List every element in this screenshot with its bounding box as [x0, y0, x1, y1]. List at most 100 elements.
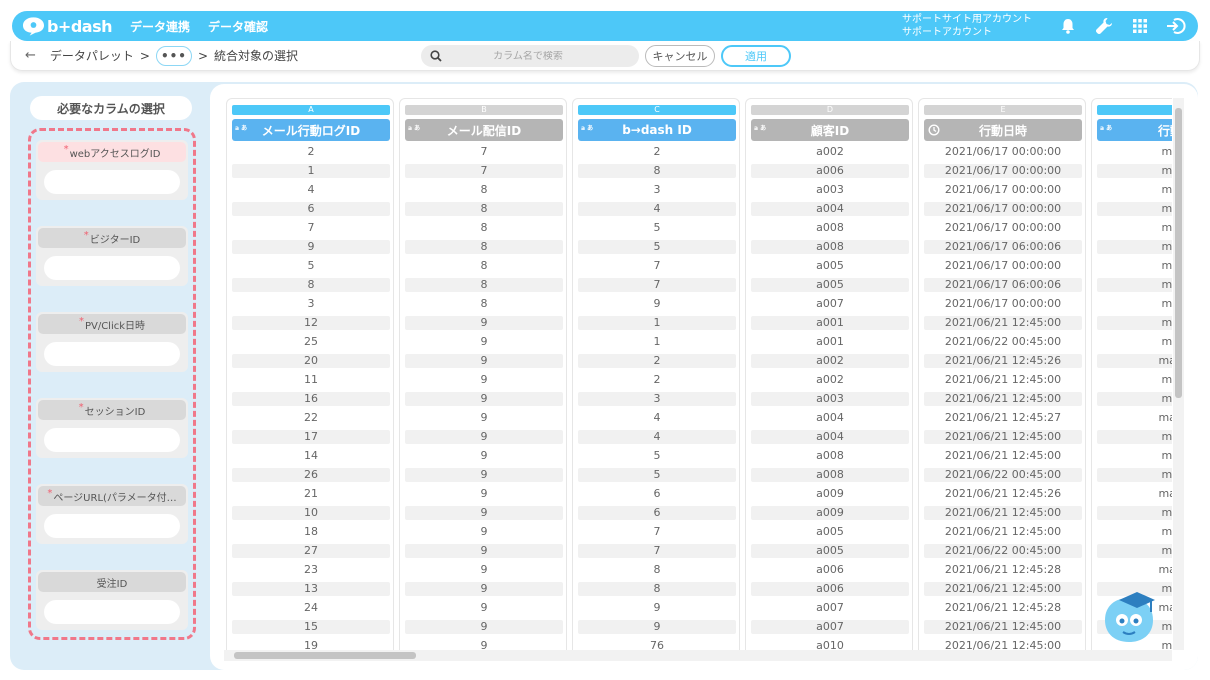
account-site: サポートサイト用アカウント — [902, 14, 1032, 25]
logo[interactable]: b+dash — [22, 16, 113, 36]
table-cell: 8 — [480, 259, 488, 272]
column-letter: C — [578, 105, 736, 115]
column-slot: * ビジターID — [36, 226, 188, 286]
table-cell: 25 — [304, 335, 318, 348]
account-name: サポートアカウント — [902, 27, 992, 38]
column-slot-drop-target[interactable] — [44, 256, 180, 280]
table-column[interactable]: Da あ 顧客ID a002 a006 a003 a004 a008 a008 a005 a005… — [745, 98, 913, 650]
table-cell: 2021/06/21 12:45:26 — [944, 487, 1062, 500]
table-column[interactable]: a あ行動分mail_mail_mail_mail_mail_mail_mail… — [1091, 98, 1172, 650]
table-column[interactable]: Ca あ b→dash ID 2 8 3 4 5 5 7 7 9 1 1 2 2 3 4 4 5 5 6 6 7 7 8 8 9 9 7… — [572, 98, 740, 650]
required-mark: * — [78, 401, 84, 413]
table-cell: mail_ — [1097, 544, 1172, 558]
table-cell: 4 — [578, 430, 736, 444]
table-cell: 11 — [304, 373, 318, 386]
table-cell: 8 — [232, 278, 390, 292]
breadcrumb-data-palette[interactable]: データパレット — [50, 47, 134, 64]
search-icon — [430, 50, 442, 62]
back-arrow-icon[interactable]: ← — [25, 48, 36, 63]
table-cell: a006 — [751, 582, 909, 596]
column-slot-drop-target[interactable] — [44, 342, 180, 366]
column-name: b→dash ID — [622, 123, 692, 137]
logo-text: b+dash — [46, 16, 113, 36]
table-cell: mail_c — [1158, 411, 1172, 424]
table-cell: 2021/06/21 12:45:00 — [944, 373, 1062, 386]
account-info[interactable]: サポートサイト用アカウント サポートアカウント — [902, 13, 1032, 39]
bell-icon[interactable] — [1050, 11, 1086, 41]
column-header[interactable]: a あ b→dash ID — [578, 119, 736, 141]
table-cell: 7 — [480, 145, 488, 158]
table-cell: 9 — [405, 430, 563, 444]
column-header[interactable]: a あ メール配信ID — [405, 119, 563, 141]
cancel-button[interactable]: キャンセル — [645, 45, 715, 67]
table-cell: a005 — [816, 259, 844, 272]
table-cell: 9 — [578, 620, 736, 634]
table-column[interactable]: Ba あ メール配信ID 7 7 8 8 8 8 8 8 8 9 9 9 9 9 9 9 9 9 9 9 9 9 9 9 9 9 9 — [399, 98, 567, 650]
table-cell: mail_ — [1161, 297, 1172, 310]
table-column[interactable]: Aa あメール行動ログID 2 1 4 6 7 9 5 8 3 12 25 20 11 16 22 17 14 26… — [226, 98, 394, 650]
table-cell: 17 — [232, 430, 390, 444]
table-cell: 3 — [578, 392, 736, 406]
datetime-type-icon — [928, 124, 940, 136]
column-slot: * セッションID — [36, 398, 188, 458]
table-cell: a005 — [751, 544, 909, 558]
mascot-icon[interactable] — [1097, 590, 1161, 650]
apply-button[interactable]: 適用 — [721, 45, 791, 67]
table-cell: a002 — [816, 145, 844, 158]
horizontal-scrollbar[interactable] — [224, 650, 1172, 661]
horizontal-scroll-thumb[interactable] — [234, 652, 416, 659]
table-cell: 2021/06/21 12:45:00 — [924, 620, 1082, 634]
table-cell: 5 — [653, 221, 661, 234]
column-slot-drop-target[interactable] — [44, 428, 180, 452]
vertical-scrollbar[interactable] — [1173, 98, 1184, 650]
nav-data-check[interactable]: データ確認 — [208, 18, 268, 35]
column-name: 行動日時 — [978, 123, 1027, 138]
table-cell: mail_ — [1161, 525, 1172, 538]
logout-icon[interactable] — [1158, 11, 1194, 41]
column-header[interactable]: 行動日時 — [924, 119, 1082, 141]
table-cell: a001 — [816, 335, 844, 348]
nav-data-integration[interactable]: データ連携 — [130, 18, 190, 35]
table-cell: 2 — [653, 145, 661, 158]
table-cell: mail_ — [1097, 392, 1172, 406]
table-cell: 7 — [578, 544, 736, 558]
column-search[interactable] — [421, 45, 639, 67]
table-cell: mail_ — [1161, 259, 1172, 272]
table-cell: 4 — [307, 183, 315, 196]
required-mark: * — [83, 229, 89, 241]
column-header[interactable]: a あ 顧客ID — [751, 119, 909, 141]
table-cell: 2021/06/21 12:45:00 — [924, 582, 1082, 596]
table-cell: mail_ — [1097, 316, 1172, 330]
table-cell: a003 — [816, 183, 844, 196]
table-cell: 9 — [653, 601, 661, 614]
table-cell: 2021/06/17 00:00:00 — [944, 183, 1062, 196]
column-slot-drop-target[interactable] — [44, 514, 180, 538]
table-column[interactable]: E 行動日時 2021/06/17 00:00:00 2021/06/17 00:00… — [918, 98, 1086, 650]
wrench-icon[interactable] — [1086, 11, 1122, 41]
table-cell: 8 — [578, 582, 736, 596]
table-cell: a004 — [751, 202, 909, 216]
table-cell: 22 — [304, 411, 318, 424]
table-cell: a006 — [816, 563, 844, 576]
column-slot-label: * セッションID — [38, 400, 186, 420]
table-cell: 8 — [480, 221, 488, 234]
table-cell: 14 — [304, 449, 318, 462]
table-cell: a010 — [816, 639, 844, 650]
grid-icon[interactable] — [1122, 11, 1158, 41]
search-input[interactable] — [443, 50, 613, 62]
table-cell: 2021/06/21 12:45:00 — [924, 316, 1082, 330]
table-cell: mail_ — [1097, 278, 1172, 292]
column-header[interactable]: a あ メール行動ログID — [232, 119, 390, 141]
table-cell: 26 — [232, 468, 390, 482]
column-header[interactable]: a あ 行動分 — [1097, 119, 1172, 141]
breadcrumb-more-button[interactable]: ••• — [155, 45, 192, 66]
column-letter: E — [924, 105, 1082, 115]
column-slot-drop-target[interactable] — [44, 600, 180, 624]
table-cell: 1 — [578, 316, 736, 330]
column-letter: B — [405, 105, 563, 115]
vertical-scroll-thumb[interactable] — [1175, 108, 1182, 398]
table-cell: 2021/06/17 06:00:06 — [924, 240, 1082, 254]
table-cell: 8 — [480, 183, 488, 196]
column-slot-drop-target[interactable] — [44, 170, 180, 194]
table-cell: 9 — [232, 240, 390, 254]
